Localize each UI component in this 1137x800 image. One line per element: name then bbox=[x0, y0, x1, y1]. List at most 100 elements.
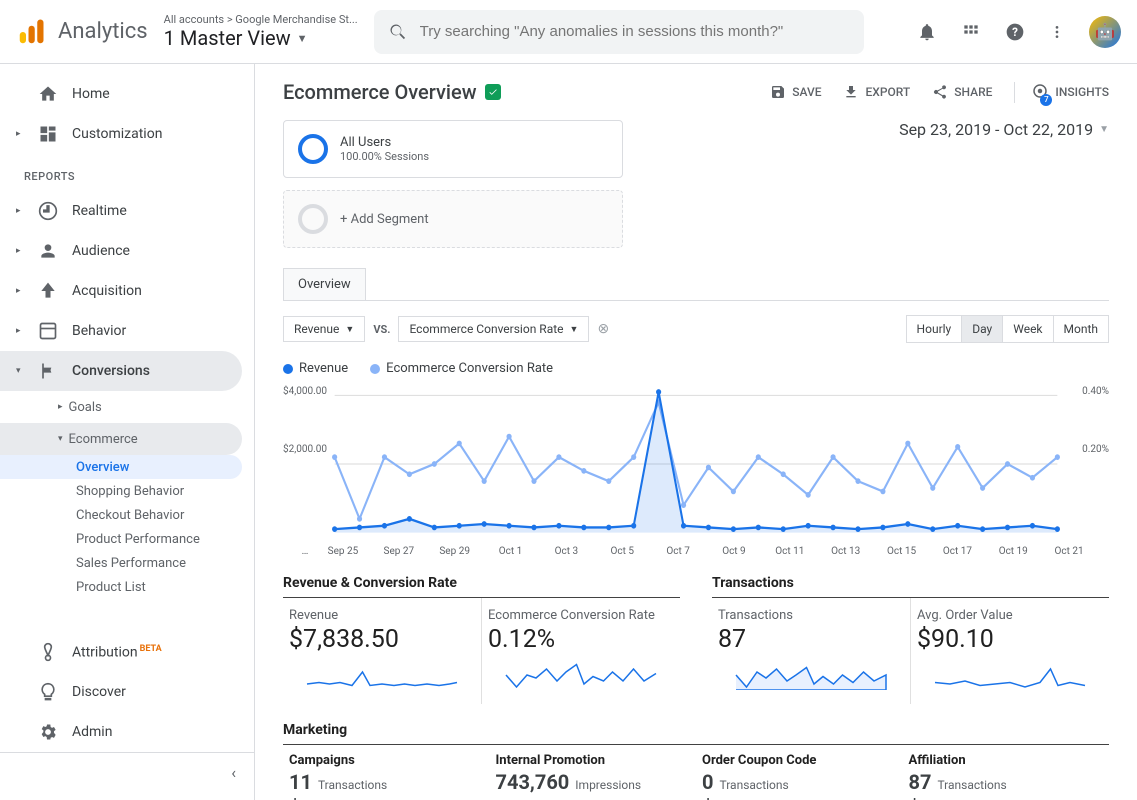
chart-svg bbox=[283, 384, 1109, 544]
export-button[interactable]: EXPORT bbox=[843, 84, 910, 100]
sidebar-home[interactable]: Home bbox=[0, 74, 254, 114]
sidebar-realtime[interactable]: Realtime bbox=[0, 191, 254, 231]
home-icon bbox=[38, 84, 58, 104]
save-button[interactable]: SAVE bbox=[770, 84, 821, 100]
sparkline-revenue bbox=[289, 660, 475, 690]
legend-ecr: Ecommerce Conversion Rate bbox=[370, 361, 553, 376]
chart-x-labels: …Sep 25Sep 27Sep 29Oct 1Oct 3Oct 5Oct 7O… bbox=[283, 544, 1109, 557]
add-segment-button[interactable]: + Add Segment bbox=[283, 190, 623, 248]
dropdown-icon: ▼ bbox=[297, 32, 308, 45]
metric-1-dropdown[interactable]: Revenue▼ bbox=[283, 316, 365, 342]
sidebar-audience[interactable]: Audience bbox=[0, 231, 254, 271]
verified-icon bbox=[485, 84, 501, 100]
legend-revenue: Revenue bbox=[283, 361, 348, 376]
share-button[interactable]: SHARE bbox=[932, 84, 992, 100]
top-header: Analytics All accounts > Google Merchand… bbox=[0, 0, 1137, 64]
attribution-icon bbox=[38, 642, 58, 662]
segment-row: All Users100.00% Sessions + Add Segment … bbox=[283, 120, 1109, 248]
breadcrumb: All accounts > Google Merchandise St... bbox=[164, 13, 358, 26]
more-icon[interactable] bbox=[1049, 22, 1065, 42]
help-icon[interactable]: ? bbox=[1005, 22, 1025, 42]
sidebar-customization[interactable]: Customization bbox=[0, 114, 254, 154]
sidebar-admin[interactable]: Admin bbox=[0, 712, 254, 752]
section-transactions: Transactions bbox=[712, 557, 1109, 598]
sidebar-ecom-productlist[interactable]: Product List bbox=[0, 575, 242, 599]
flag-icon bbox=[38, 361, 58, 381]
user-avatar[interactable]: 🤖 bbox=[1089, 16, 1121, 48]
metric-2-dropdown[interactable]: Ecommerce Conversion Rate▼ bbox=[398, 316, 589, 342]
sidebar-ecom-sales[interactable]: Sales Performance bbox=[0, 551, 242, 575]
search-icon bbox=[388, 22, 408, 42]
analytics-logo-icon bbox=[16, 17, 46, 47]
sparkline-aov bbox=[917, 660, 1103, 690]
metric-transactions[interactable]: Transactions87 bbox=[712, 598, 911, 704]
chart-legend: Revenue Ecommerce Conversion Rate bbox=[283, 357, 1109, 384]
person-icon bbox=[38, 241, 58, 261]
save-icon bbox=[770, 84, 786, 100]
remove-metric-icon[interactable]: ⊗ bbox=[597, 321, 609, 337]
segment-circle-icon bbox=[298, 134, 328, 164]
page-title: Ecommerce Overview bbox=[283, 80, 501, 104]
date-range-selector[interactable]: Sep 23, 2019 - Oct 22, 2019▼ bbox=[899, 120, 1109, 139]
sidebar-conversions[interactable]: Conversions bbox=[0, 351, 242, 391]
export-icon bbox=[843, 84, 859, 100]
sidebar-ecom-shopping[interactable]: Shopping Behavior bbox=[0, 479, 242, 503]
collapse-sidebar-button[interactable]: ‹ bbox=[0, 752, 254, 792]
sidebar-goals[interactable]: Goals bbox=[0, 391, 254, 423]
acquisition-icon bbox=[38, 281, 58, 301]
metric-ecr[interactable]: Ecommerce Conversion Rate0.12% bbox=[482, 598, 680, 704]
main-content: Ecommerce Overview SAVE EXPORT SHARE 7IN… bbox=[255, 64, 1137, 800]
sidebar-ecom-overview[interactable]: Overview bbox=[0, 455, 242, 479]
clock-icon bbox=[38, 201, 58, 221]
share-icon bbox=[932, 84, 948, 100]
dropdown-icon: ▼ bbox=[1099, 124, 1109, 135]
segment-circle-empty-icon bbox=[298, 204, 328, 234]
sidebar-ecommerce[interactable]: Ecommerce bbox=[0, 423, 242, 455]
tab-bar: Overview bbox=[283, 268, 1109, 301]
metric-aov[interactable]: Avg. Order Value$90.10 bbox=[911, 598, 1109, 704]
insights-badge: 7 bbox=[1040, 94, 1052, 106]
sidebar-behavior[interactable]: Behavior bbox=[0, 311, 254, 351]
section-marketing: Marketing bbox=[283, 704, 1109, 745]
behavior-icon bbox=[38, 321, 58, 341]
vs-label: VS. bbox=[373, 323, 390, 336]
notifications-icon[interactable] bbox=[917, 22, 937, 42]
time-month[interactable]: Month bbox=[1054, 316, 1108, 342]
marketing-campaigns[interactable]: Campaigns 11Transactions $431.75Revenue bbox=[283, 745, 490, 800]
tab-overview[interactable]: Overview bbox=[283, 268, 366, 300]
app-name: Analytics bbox=[58, 19, 148, 44]
sidebar-ecom-checkout[interactable]: Checkout Behavior bbox=[0, 503, 242, 527]
time-hourly[interactable]: Hourly bbox=[907, 316, 963, 342]
time-granularity-toggle: Hourly Day Week Month bbox=[906, 315, 1109, 343]
chevron-left-icon: ‹ bbox=[231, 763, 236, 782]
marketing-affiliation[interactable]: Affiliation 87Transactions $7,838.50Reve… bbox=[903, 745, 1110, 800]
beta-badge: BETA bbox=[140, 644, 162, 654]
marketing-promo[interactable]: Internal Promotion 743,760Impressions bbox=[490, 745, 697, 800]
header-icons: ? 🤖 bbox=[917, 16, 1121, 48]
reports-label: REPORTS bbox=[0, 154, 254, 191]
marketing-coupon[interactable]: Order Coupon Code 0Transactions $0.00Rev… bbox=[696, 745, 903, 800]
section-rev-conv: Revenue & Conversion Rate bbox=[283, 557, 680, 598]
gear-icon bbox=[38, 722, 58, 742]
time-week[interactable]: Week bbox=[1003, 316, 1053, 342]
metric-revenue[interactable]: Revenue$7,838.50 bbox=[283, 598, 482, 704]
sidebar-ecom-product[interactable]: Product Performance bbox=[0, 527, 242, 551]
account-selector[interactable]: All accounts > Google Merchandise St... … bbox=[164, 13, 358, 50]
sidebar-acquisition[interactable]: Acquisition bbox=[0, 271, 254, 311]
sparkline-trans bbox=[718, 660, 904, 690]
sidebar-discover[interactable]: Discover bbox=[0, 672, 254, 712]
dashboard-icon bbox=[38, 124, 58, 144]
sidebar-attribution[interactable]: AttributionBETA bbox=[0, 632, 254, 672]
segment-all-users[interactable]: All Users100.00% Sessions bbox=[283, 120, 623, 178]
caret-down-icon: ▼ bbox=[345, 324, 354, 335]
search-box[interactable] bbox=[374, 10, 864, 54]
lightbulb-icon bbox=[38, 682, 58, 702]
insights-button[interactable]: 7INSIGHTS bbox=[1014, 82, 1109, 103]
metric-controls: Revenue▼ VS. Ecommerce Conversion Rate▼ … bbox=[283, 301, 1109, 357]
search-input[interactable] bbox=[420, 23, 850, 40]
caret-down-icon: ▼ bbox=[570, 324, 579, 335]
time-day[interactable]: Day bbox=[962, 316, 1003, 342]
apps-icon[interactable] bbox=[961, 22, 981, 42]
view-name: 1 Master View ▼ bbox=[164, 26, 358, 50]
main-chart: $4,000.00 $2,000.00 0.40% 0.20% bbox=[283, 384, 1109, 544]
